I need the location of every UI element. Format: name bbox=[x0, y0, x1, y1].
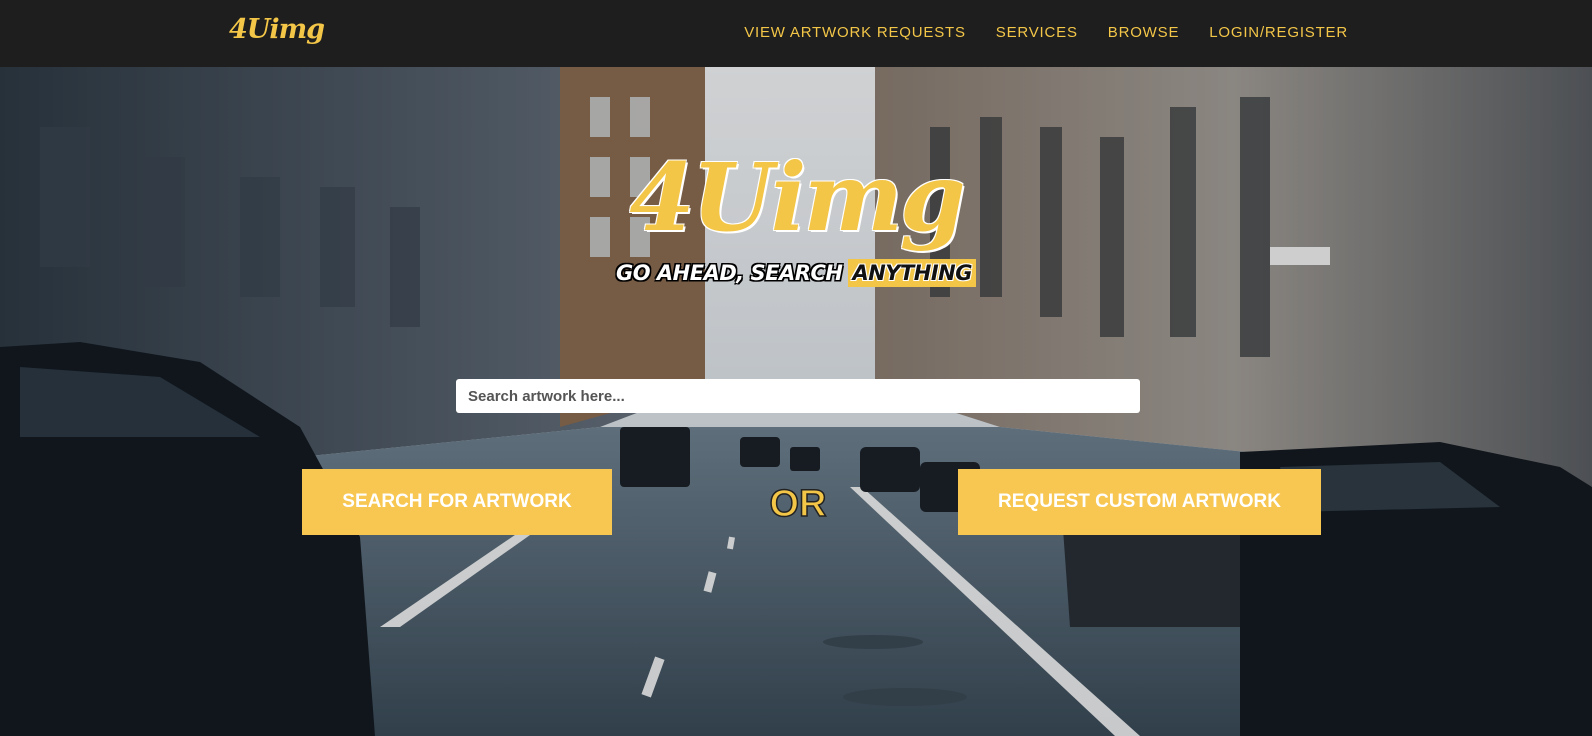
navbar: 4Uimg VIEW ARTWORK REQUESTS SERVICES BRO… bbox=[0, 0, 1592, 67]
nav-links: VIEW ARTWORK REQUESTS SERVICES BROWSE LO… bbox=[744, 24, 1348, 41]
hero-section: 4Uimg GO AHEAD, SEARCHANYTHING SEARCH FO… bbox=[0, 67, 1592, 736]
or-divider: OR bbox=[769, 482, 828, 526]
hero-tagline: GO AHEAD, SEARCH ANYTHING bbox=[0, 259, 1592, 287]
nav-login-register[interactable]: LOGIN/REGISTER bbox=[1209, 24, 1348, 41]
tagline-main: GO AHEAD, SEARCH bbox=[616, 261, 843, 285]
tagline-highlight: ANYTHING bbox=[848, 259, 976, 287]
nav-browse[interactable]: BROWSE bbox=[1108, 24, 1179, 41]
nav-services[interactable]: SERVICES bbox=[996, 24, 1078, 41]
search-input[interactable] bbox=[456, 379, 1140, 413]
brand-logo[interactable]: 4Uimg bbox=[229, 14, 325, 45]
hero-title: 4Uimg bbox=[629, 143, 965, 253]
nav-view-artwork-requests[interactable]: VIEW ARTWORK REQUESTS bbox=[744, 24, 966, 41]
search-for-artwork-button[interactable]: SEARCH FOR ARTWORK bbox=[302, 469, 612, 535]
request-custom-artwork-button[interactable]: REQUEST CUSTOM ARTWORK bbox=[958, 469, 1321, 535]
